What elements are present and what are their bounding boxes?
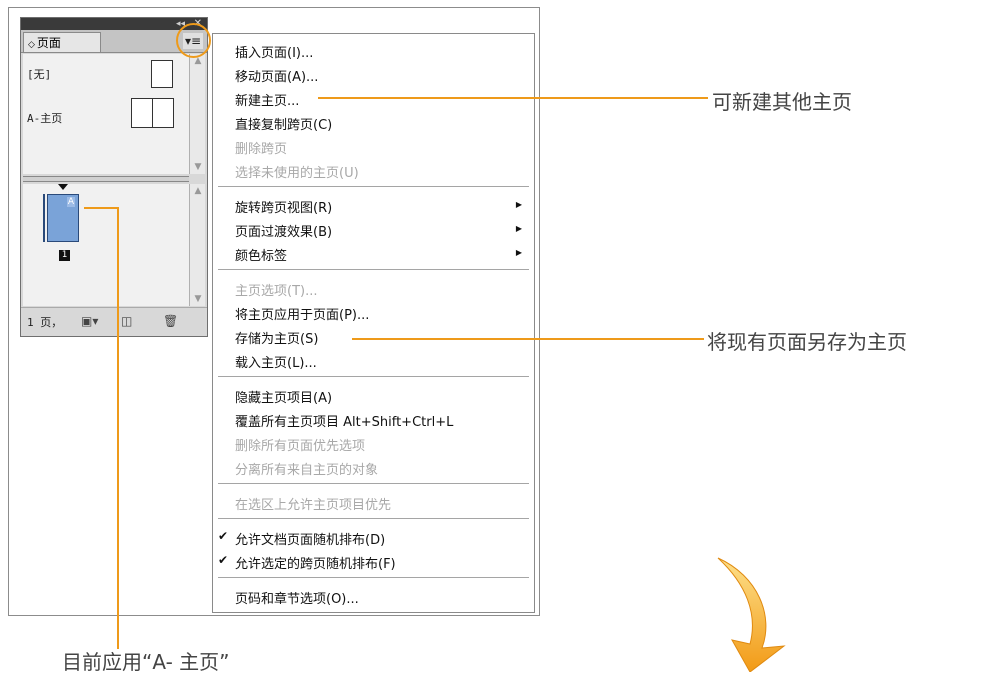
menu-item-new-master[interactable]: 新建主页...	[235, 90, 299, 109]
pages-list: A 1	[23, 184, 189, 306]
pages-panel-menu: 插入页面(I)... 移动页面(A)... 新建主页... 直接复制跨页(C) …	[212, 33, 535, 613]
master-none-label: [无]	[27, 68, 52, 81]
tab-pages[interactable]: ◇ 页面	[23, 32, 101, 52]
tab-pages-label: 页面	[36, 36, 61, 50]
menu-item-numbering-section-options[interactable]: 页码和章节选项(O)...	[235, 588, 359, 607]
submenu-arrow-icon: ▶	[515, 224, 522, 233]
page-1-thumbnail[interactable]: A	[47, 194, 79, 242]
submenu-arrow-icon: ▶	[515, 200, 522, 209]
menu-item-rotate-spread-view[interactable]: 旋转跨页视图(R)	[235, 197, 332, 216]
menu-item-move-pages[interactable]: 移动页面(A)...	[235, 66, 318, 85]
menu-item-override-all-master-items[interactable]: 覆盖所有主页项目 Alt+Shift+Ctrl+L	[235, 411, 453, 430]
master-a-left-page[interactable]	[131, 98, 153, 128]
menu-item-master-options[interactable]: 主页选项(T)...	[235, 280, 317, 299]
menu-item-hide-master-items[interactable]: 隐藏主页项目(A)	[235, 387, 332, 406]
master-none-thumbnail[interactable]	[151, 60, 173, 88]
trash-icon[interactable]: 🗑	[163, 314, 178, 328]
callout-line-applied-v	[117, 207, 119, 649]
pages-panel: ◂◂ ✕ ◇ 页面 ▾≡ [无] A-主页 ▲ ▼ A 1 ▲ ▼ 1 页， ▣▾…	[20, 17, 208, 337]
menu-item-insert-pages[interactable]: 插入页面(I)...	[235, 42, 313, 61]
sort-icon: ◇	[28, 40, 35, 50]
menu-separator	[218, 269, 529, 271]
menu-item-allow-spread-shuffle[interactable]: ✔ 允许选定的跨页随机排布(F)	[218, 553, 396, 572]
menu-item-save-as-master[interactable]: 存储为主页(S)	[235, 328, 318, 347]
checkmark-icon: ✔	[218, 553, 229, 567]
panel-footer: 1 页， ▣▾ ◫ 🗑	[21, 307, 207, 336]
page-size-icon[interactable]: ▣▾	[81, 314, 98, 328]
menu-item-page-transitions[interactable]: 页面过渡效果(B)	[235, 221, 332, 240]
panel-divider-handle[interactable]	[23, 176, 189, 182]
checkmark-icon: ✔	[218, 529, 229, 543]
menu-button-highlight	[176, 23, 211, 58]
menu-separator	[218, 376, 529, 378]
menu-item-allow-document-shuffle[interactable]: ✔ 允许文档页面随机排布(D)	[218, 529, 386, 548]
panel-titlebar: ◂◂ ✕	[21, 18, 207, 30]
menu-item-delete-spread[interactable]: 删除跨页	[235, 138, 287, 157]
applied-master-letter: A	[66, 197, 75, 207]
menu-item-detach-master-objects[interactable]: 分离所有来自主页的对象	[235, 459, 378, 478]
menu-separator	[218, 186, 529, 188]
master-a-right-page[interactable]	[152, 98, 174, 128]
new-page-icon[interactable]: ◫	[121, 314, 132, 328]
page-count: 1 页，	[27, 316, 63, 329]
annotation-current-applied: 目前应用“A- 主页”	[62, 650, 230, 674]
submenu-arrow-icon: ▶	[515, 248, 522, 257]
page-selection-bar	[43, 194, 45, 242]
menu-item-select-unused-masters[interactable]: 选择未使用的主页(U)	[235, 162, 359, 181]
callout-line-save-as-master	[352, 338, 704, 340]
master-a-label: A-主页	[27, 112, 63, 125]
scroll-up-icon[interactable]: ▲	[190, 184, 206, 198]
menu-item-apply-master[interactable]: 将主页应用于页面(P)...	[235, 304, 369, 323]
menu-item-allow-spread-shuffle-label: 允许选定的跨页随机排布(F)	[235, 557, 396, 572]
masters-list: [无] A-主页	[23, 54, 189, 174]
annotation-new-master: 可新建其他主页	[712, 90, 852, 114]
spread-indicator-icon	[58, 184, 68, 190]
page-number: 1	[59, 250, 70, 261]
menu-item-duplicate-spread[interactable]: 直接复制跨页(C)	[235, 114, 332, 133]
curved-arrow-icon	[717, 557, 786, 672]
scroll-down-icon[interactable]: ▼	[190, 292, 206, 306]
pages-scrollbar[interactable]: ▲ ▼	[189, 184, 205, 306]
menu-item-remove-local-overrides[interactable]: 删除所有页面优先选项	[235, 435, 365, 454]
callout-line-new-master	[318, 97, 708, 99]
menu-item-load-master[interactable]: 载入主页(L)...	[235, 352, 317, 371]
menu-separator	[218, 577, 529, 579]
menu-item-allow-document-shuffle-label: 允许文档页面随机排布(D)	[235, 533, 386, 548]
menu-item-color-label[interactable]: 颜色标签	[235, 245, 287, 264]
callout-line-applied-h	[84, 207, 118, 209]
annotation-save-as-master: 将现有页面另存为主页	[707, 330, 907, 354]
menu-item-allow-master-overrides[interactable]: 在选区上允许主页项目优先	[235, 494, 391, 513]
menu-separator	[218, 483, 529, 485]
menu-separator	[218, 518, 529, 520]
scroll-down-icon[interactable]: ▼	[190, 160, 206, 174]
masters-scrollbar[interactable]: ▲ ▼	[189, 54, 205, 174]
